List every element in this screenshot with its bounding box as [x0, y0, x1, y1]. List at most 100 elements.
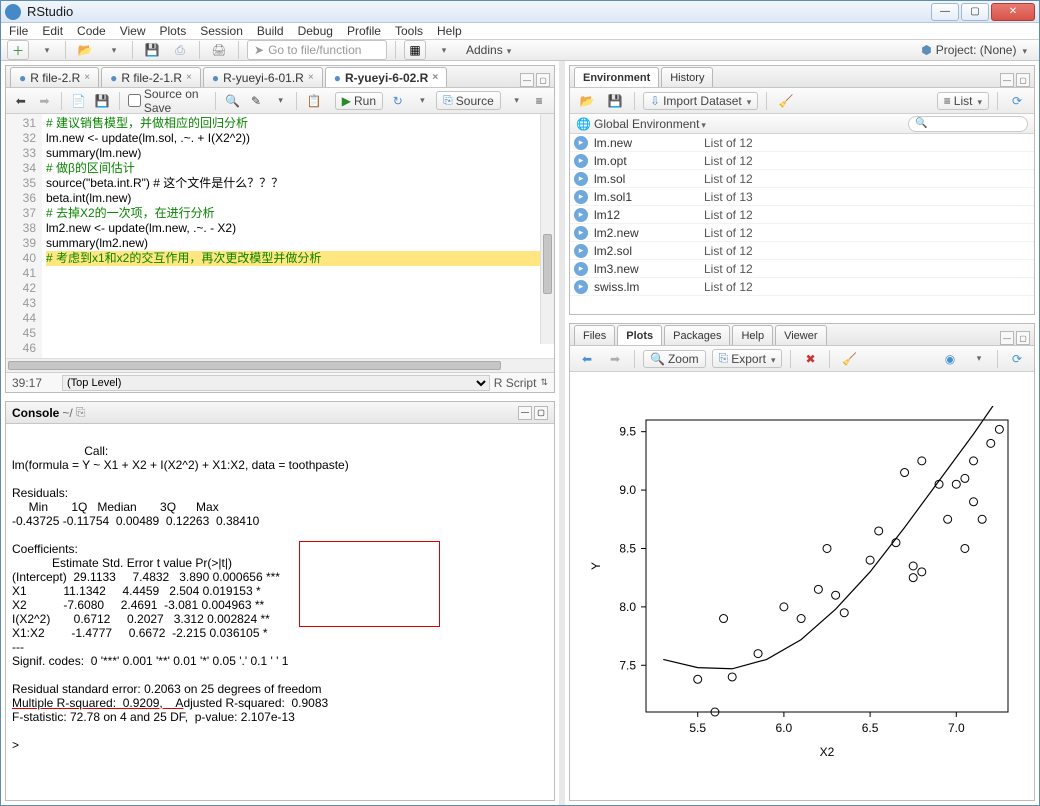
goto-file-function-input[interactable]: ➤ Go to file/function — [247, 40, 387, 60]
rerun-button[interactable]: ↻ — [389, 91, 407, 111]
close-tab-icon[interactable]: × — [186, 72, 192, 83]
import-dataset-button[interactable]: ⇩ Import Dataset — [643, 92, 758, 110]
save-button[interactable]: 💾 — [141, 40, 163, 60]
env-search-input[interactable]: 🔍 — [908, 116, 1028, 132]
pane-maximize-icon[interactable]: ▢ — [536, 73, 550, 87]
object-icon: ▸ — [574, 154, 588, 168]
new-file-button[interactable]: ＋ — [7, 40, 29, 60]
pane-minimize-icon[interactable]: — — [518, 406, 532, 420]
env-scope-selector[interactable]: Global Environment — [594, 117, 699, 131]
new-file-dropdown[interactable] — [35, 40, 57, 60]
env-item[interactable]: ▸lm12List of 12 — [570, 206, 1034, 224]
project-menu[interactable]: ⬢ Project: (None) — [921, 43, 1033, 57]
save-doc-button[interactable]: 💾 — [94, 91, 112, 111]
menu-tools[interactable]: Tools — [395, 24, 423, 38]
minimize-button[interactable]: — — [931, 3, 959, 21]
forward-button[interactable]: ➡ — [36, 91, 54, 111]
env-item[interactable]: ▸lm.newList of 12 — [570, 134, 1034, 152]
menu-session[interactable]: Session — [200, 24, 243, 38]
open-recent-dropdown[interactable] — [102, 40, 124, 60]
pane-maximize-icon[interactable]: ▢ — [1016, 331, 1030, 345]
save-workspace-button[interactable]: 💾 — [604, 91, 626, 111]
open-file-button[interactable]: 📂 — [74, 40, 96, 60]
editor-scrollbar-v[interactable] — [540, 114, 554, 344]
chevron-up-down-icon[interactable]: ⇅ — [540, 377, 548, 388]
console-output[interactable]: Call: lm(formula = Y ~ X1 + X2 + I(X2^2)… — [6, 424, 554, 800]
publish-dropdown[interactable] — [967, 349, 989, 369]
code-tools-dropdown[interactable] — [271, 91, 289, 111]
refresh-button[interactable]: ⟳ — [1006, 91, 1028, 111]
addins-menu[interactable]: Addins — [460, 43, 517, 57]
close-button[interactable]: ✕ — [991, 3, 1035, 21]
object-icon: ▸ — [574, 262, 588, 276]
menu-code[interactable]: Code — [77, 24, 106, 38]
env-item[interactable]: ▸swiss.lmList of 12 — [570, 278, 1034, 296]
menu-help[interactable]: Help — [437, 24, 462, 38]
wand-button[interactable]: ✎ — [247, 91, 265, 111]
pane-maximize-icon[interactable]: ▢ — [1016, 73, 1030, 87]
menu-debug[interactable]: Debug — [298, 24, 333, 38]
source-tab-2[interactable]: ●R-yueyi-6-01.R× — [203, 67, 323, 87]
back-button[interactable]: ⬅ — [12, 91, 30, 111]
env-tab-environment[interactable]: Environment — [574, 67, 659, 87]
editor-scrollbar-h[interactable] — [6, 358, 554, 372]
env-item[interactable]: ▸lm2.solList of 12 — [570, 242, 1034, 260]
plots-tab-plots[interactable]: Plots — [617, 325, 662, 345]
report-button[interactable]: 📋 — [305, 91, 323, 111]
refresh-plot-button[interactable]: ⟳ — [1006, 349, 1028, 369]
popout-icon[interactable]: ⎘ — [76, 405, 86, 420]
close-tab-icon[interactable]: × — [308, 72, 314, 83]
maximize-button[interactable]: ▢ — [961, 3, 989, 21]
menu-profile[interactable]: Profile — [347, 24, 381, 38]
env-item[interactable]: ▸lm.solList of 12 — [570, 170, 1034, 188]
close-tab-icon[interactable]: × — [432, 72, 438, 83]
plots-tab-packages[interactable]: Packages — [664, 325, 730, 345]
plots-tab-files[interactable]: Files — [574, 325, 615, 345]
pane-minimize-icon[interactable]: — — [520, 73, 534, 87]
clear-plots-button[interactable]: 🧹 — [838, 349, 860, 369]
source-on-save-checkbox[interactable]: Source on Save — [128, 87, 207, 115]
rerun-dropdown[interactable] — [413, 91, 431, 111]
env-item[interactable]: ▸lm.optList of 12 — [570, 152, 1034, 170]
pane-minimize-icon[interactable]: — — [1000, 73, 1014, 87]
load-workspace-button[interactable]: 📂 — [576, 91, 598, 111]
source-tab-1[interactable]: ●R file-2-1.R× — [101, 67, 201, 87]
grid-button[interactable]: ▦ — [404, 40, 426, 60]
source-tab-3[interactable]: ●R-yueyi-6-02.R× — [325, 67, 447, 87]
source-button[interactable]: ⎘ Source — [436, 91, 501, 110]
pane-maximize-icon[interactable]: ▢ — [534, 406, 548, 420]
run-button[interactable]: ▶ Run — [335, 92, 383, 110]
outline-button[interactable]: ≡ — [530, 91, 548, 111]
menu-view[interactable]: View — [120, 24, 146, 38]
export-button[interactable]: ⎘ Export — [712, 349, 783, 368]
save-all-button[interactable]: ⎙ — [169, 40, 191, 60]
grid-dropdown[interactable] — [432, 40, 454, 60]
close-tab-icon[interactable]: × — [84, 72, 90, 83]
source-tab-0[interactable]: ●R file-2.R× — [10, 67, 99, 87]
menu-plots[interactable]: Plots — [160, 24, 187, 38]
publish-button[interactable]: ◉ — [939, 349, 961, 369]
scope-selector[interactable]: (Top Level) — [62, 375, 490, 391]
env-item[interactable]: ▸lm2.newList of 12 — [570, 224, 1034, 242]
source-dropdown[interactable] — [507, 91, 525, 111]
env-list[interactable]: ▸lm.newList of 12▸lm.optList of 12▸lm.so… — [570, 134, 1034, 314]
plots-tab-viewer[interactable]: Viewer — [775, 325, 826, 345]
pane-minimize-icon[interactable]: — — [1000, 331, 1014, 345]
print-button[interactable]: 🖨 — [208, 40, 230, 60]
menu-build[interactable]: Build — [257, 24, 284, 38]
plot-next-button[interactable]: ➡ — [604, 349, 626, 369]
env-tab-history[interactable]: History — [661, 67, 713, 87]
clear-workspace-button[interactable]: 🧹 — [775, 91, 797, 111]
code-editor[interactable]: 31 32 33 34 35 36 37 38 39 40 41 42 43 4… — [6, 114, 554, 358]
plots-tab-help[interactable]: Help — [732, 325, 773, 345]
zoom-button[interactable]: 🔍 Zoom — [643, 350, 706, 368]
remove-plot-button[interactable]: ✖ — [799, 349, 821, 369]
menu-edit[interactable]: Edit — [42, 24, 63, 38]
env-item[interactable]: ▸lm.sol1List of 13 — [570, 188, 1034, 206]
find-button[interactable]: 🔍 — [224, 91, 242, 111]
list-view-button[interactable]: ≡ List — [937, 92, 989, 110]
menu-file[interactable]: File — [9, 24, 28, 38]
plot-prev-button[interactable]: ⬅ — [576, 349, 598, 369]
env-item[interactable]: ▸lm3.newList of 12 — [570, 260, 1034, 278]
show-doc-button[interactable]: 📄 — [70, 91, 88, 111]
